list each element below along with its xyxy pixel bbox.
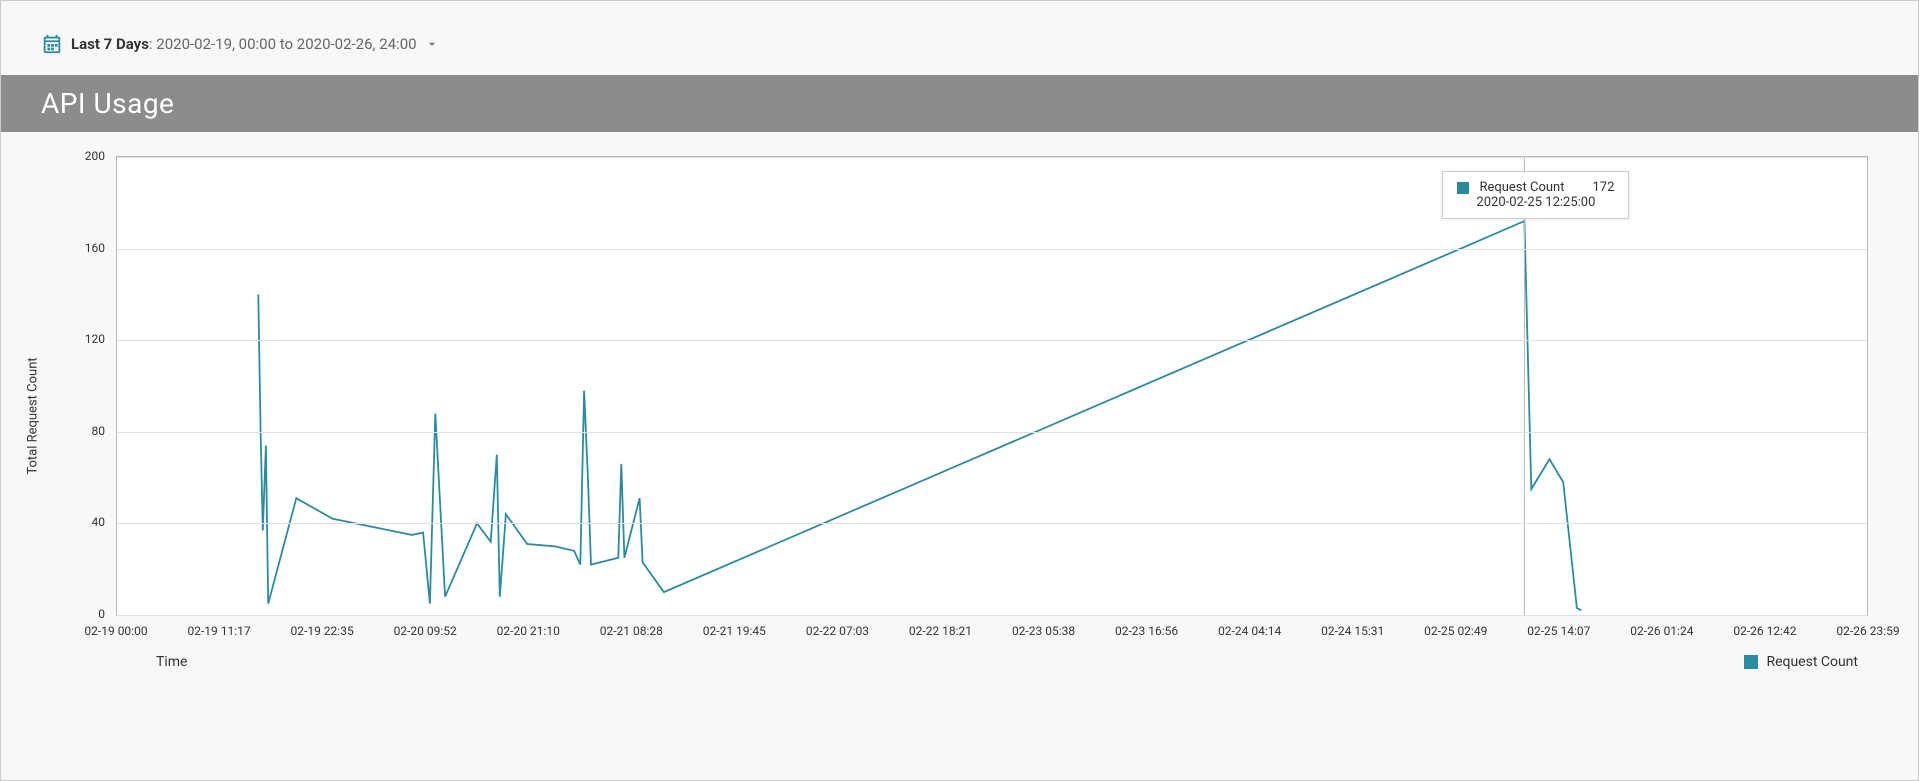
- x-tick-label: 02-25 14:07: [1527, 624, 1590, 638]
- x-tick-label: 02-21 08:28: [600, 624, 663, 638]
- date-range-label: Last 7 Days: [71, 35, 149, 53]
- x-tick-label: 02-26 01:24: [1630, 624, 1693, 638]
- x-tick-label: 02-21 19:45: [703, 624, 766, 638]
- chart-area[interactable]: Total Request Count 04080120160200 Reque…: [61, 156, 1878, 676]
- x-tick-label: 02-19 11:17: [187, 624, 250, 638]
- y-axis-ticks: 04080120160200: [61, 156, 111, 616]
- x-axis-label: Time: [156, 654, 187, 670]
- date-range-picker[interactable]: Last 7 Days: 2020-02-19, 00:00 to 2020-0…: [1, 1, 1918, 75]
- x-tick-label: 02-20 09:52: [394, 624, 457, 638]
- chart-svg: [117, 157, 1867, 615]
- legend-entry-label: Request Count: [1766, 654, 1858, 670]
- x-tick-label: 02-20 21:10: [497, 624, 560, 638]
- y-tick-label: 0: [98, 607, 105, 621]
- y-axis-label: Total Request Count: [26, 357, 41, 474]
- legend-swatch-icon: [1744, 655, 1758, 669]
- section-header: API Usage: [1, 75, 1918, 132]
- x-tick-label: 02-24 15:31: [1321, 624, 1384, 638]
- chart-plot-area[interactable]: Request Count 172 2020-02-25 12:25:00: [116, 156, 1868, 616]
- x-tick-label: 02-19 00:00: [84, 624, 147, 638]
- x-tick-label: 02-22 18:21: [909, 624, 972, 638]
- x-tick-label: 02-24 04:14: [1218, 624, 1281, 638]
- calendar-icon: [41, 33, 63, 55]
- x-tick-label: 02-25 02:49: [1424, 624, 1487, 638]
- chart-legend: Request Count: [1744, 654, 1858, 670]
- y-tick-label: 80: [92, 424, 106, 438]
- dashboard-panel: Last 7 Days: 2020-02-19, 00:00 to 2020-0…: [0, 0, 1919, 781]
- date-range-text: : 2020-02-19, 00:00 to 2020-02-26, 24:00: [149, 35, 417, 53]
- x-tick-label: 02-22 07:03: [806, 624, 869, 638]
- x-tick-label: 02-26 23:59: [1836, 624, 1899, 638]
- x-axis-ticks: 02-19 00:0002-19 11:1702-19 22:3502-20 0…: [116, 624, 1868, 644]
- chevron-down-icon: [425, 37, 439, 51]
- x-tick-label: 02-26 12:42: [1733, 624, 1796, 638]
- chart-container: Total Request Count 0 40 80 120 160 200 Reque…: [1, 132, 1918, 700]
- x-tick-label: 02-23 05:38: [1012, 624, 1075, 638]
- y-tick-label: 200: [85, 149, 105, 163]
- y-tick-label: 120: [85, 332, 105, 346]
- y-tick-label: 160: [85, 241, 105, 255]
- x-tick-label: 02-23 16:56: [1115, 624, 1178, 638]
- x-tick-label: 02-19 22:35: [291, 624, 354, 638]
- y-tick-label: 40: [92, 515, 106, 529]
